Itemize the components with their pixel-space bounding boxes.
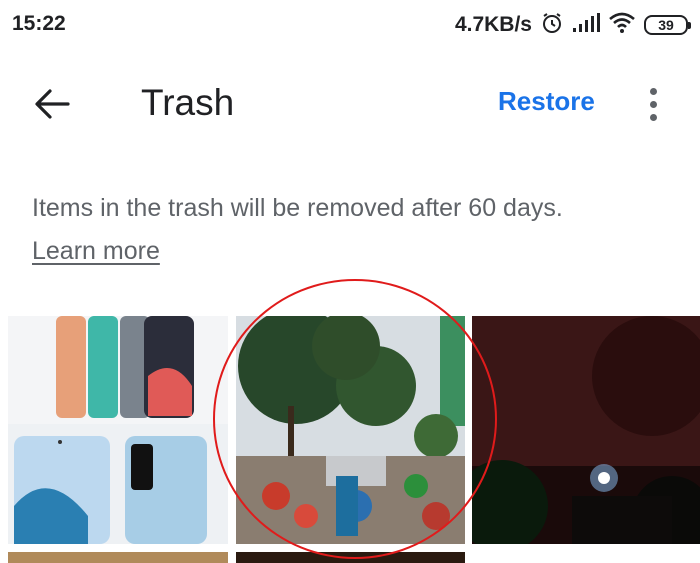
restore-button[interactable]: Restore: [498, 86, 595, 117]
photo-thumbnail-street[interactable]: [8, 552, 228, 563]
page-title: Trash: [141, 82, 235, 123]
signal-icon: [572, 12, 600, 38]
status-bar: 15:22 4.7KB/s 39: [0, 0, 700, 50]
more-options-button[interactable]: [636, 82, 670, 126]
battery-level: 39: [658, 17, 674, 33]
alarm-icon: [540, 11, 564, 40]
trash-notice: Items in the trash will be removed after…: [32, 194, 563, 222]
back-button[interactable]: [28, 82, 76, 126]
wifi-icon: [608, 12, 636, 39]
photo-thumbnail-dark[interactable]: [236, 552, 465, 563]
learn-more-link[interactable]: Learn more: [32, 237, 160, 266]
battery-icon: 39: [644, 15, 691, 35]
photo-thumbnail-outdoor-crowd[interactable]: [236, 316, 465, 544]
app-bar: Trash Restore: [0, 62, 700, 144]
status-time: 15:22: [12, 12, 66, 35]
photo-thumbnail-night-sky[interactable]: [472, 316, 700, 544]
photo-thumbnail-phones[interactable]: [8, 316, 228, 544]
status-icons: 4.7KB/s 39: [454, 10, 691, 40]
arrow-left-icon: [35, 89, 70, 119]
network-speed: 4.7KB/s: [454, 13, 532, 36]
more-vert-icon: [649, 87, 657, 95]
